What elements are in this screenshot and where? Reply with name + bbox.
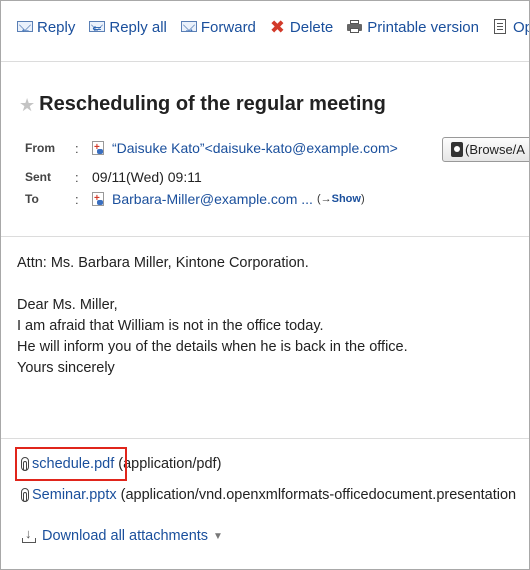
browse-address-book-button[interactable]: (Browse/A [442, 137, 529, 162]
star-icon[interactable]: ★ [19, 95, 35, 115]
paperclip-icon [21, 488, 29, 502]
highlight-box [15, 447, 127, 481]
show-recipients-link[interactable]: Show [332, 193, 361, 205]
download-all-button[interactable]: ↓ Download all attachments ▼ [21, 527, 223, 544]
to-label: To [25, 192, 39, 206]
chevron-down-icon: ▼ [213, 530, 223, 542]
delete-icon: ✖ [269, 17, 285, 37]
options-icon [493, 19, 511, 35]
attachment-link[interactable]: Seminar.pptx [32, 487, 117, 503]
to-address-link[interactable]: Barbara-Miller@example.com ... [112, 191, 313, 207]
from-label: From [25, 141, 55, 155]
reply-all-icon: ⇐ [89, 19, 107, 35]
reply-button[interactable]: ← Reply [17, 19, 75, 36]
body-line: I am afraid that William is not in the o… [17, 318, 324, 334]
message-body: Attn: Ms. Barbara Miller, Kintone Corpor… [17, 253, 408, 379]
add-contact-icon[interactable]: + [92, 140, 106, 156]
reply-icon: ← [17, 19, 35, 35]
browse-button-label: (Browse/A [465, 142, 525, 157]
from-address-link[interactable]: “Daisuke Kato”<daisuke-kato@example.com> [112, 140, 398, 156]
printer-icon [347, 19, 365, 35]
show-recipients: (→Show) [317, 193, 365, 205]
delete-button[interactable]: ✖ Delete [269, 17, 334, 37]
from-row: From : + “Daisuke Kato”<daisuke-kato@exa… [25, 140, 398, 156]
to-colon: : [75, 191, 79, 207]
body-line: Dear Ms. Miller, [17, 297, 118, 313]
mail-view: ← Reply ⇐ Reply all → Forward ✖ Delete P… [0, 0, 530, 570]
toolbar-divider [1, 61, 529, 62]
body-line: Attn: Ms. Barbara Miller, Kintone Corpor… [17, 255, 309, 271]
options-label: Opt [513, 18, 529, 36]
printable-version-button[interactable]: Printable version [347, 19, 479, 36]
sent-value: 09/11(Wed) 09:11 [92, 169, 202, 185]
download-all-label: Download all attachments [42, 528, 209, 544]
reply-label: Reply [37, 18, 76, 36]
forward-icon: → [180, 19, 199, 35]
address-book-icon [451, 142, 463, 157]
delete-label: Delete [289, 18, 334, 36]
to-row: To : + Barbara-Miller@example.com ... (→… [25, 191, 365, 207]
printable-version-label: Printable version [367, 18, 479, 36]
body-line: He will inform you of the details when h… [17, 339, 408, 355]
from-colon: : [75, 140, 79, 156]
sent-colon: : [75, 169, 79, 185]
forward-button[interactable]: → Forward [180, 18, 256, 36]
show-suffix: ) [360, 193, 365, 205]
subject-row: ★ Rescheduling of the regular meeting [19, 93, 386, 116]
attachment-item: Seminar.pptx (application/vnd.openxmlfor… [21, 487, 516, 503]
reply-all-label: Reply all [109, 18, 167, 36]
sent-row: Sent : 09/11(Wed) 09:11 [25, 169, 202, 185]
mail-toolbar: ← Reply ⇐ Reply all → Forward ✖ Delete P… [17, 15, 529, 39]
sent-label: Sent [25, 170, 52, 184]
forward-label: Forward [200, 18, 256, 36]
header-divider [1, 236, 529, 237]
attachment-type: (application/pdf) [118, 456, 222, 472]
subject-title: Rescheduling of the regular meeting [39, 93, 386, 115]
options-button[interactable]: Opt [493, 18, 529, 36]
show-prefix: (→ [316, 193, 332, 205]
body-line: Yours sincerely [17, 360, 115, 376]
body-divider [1, 438, 529, 439]
attachment-type: (application/vnd.openxmlformats-officedo… [120, 487, 517, 503]
download-icon: ↓ [21, 527, 37, 544]
add-contact-icon[interactable]: + [92, 191, 106, 207]
reply-all-button[interactable]: ⇐ Reply all [89, 19, 167, 36]
